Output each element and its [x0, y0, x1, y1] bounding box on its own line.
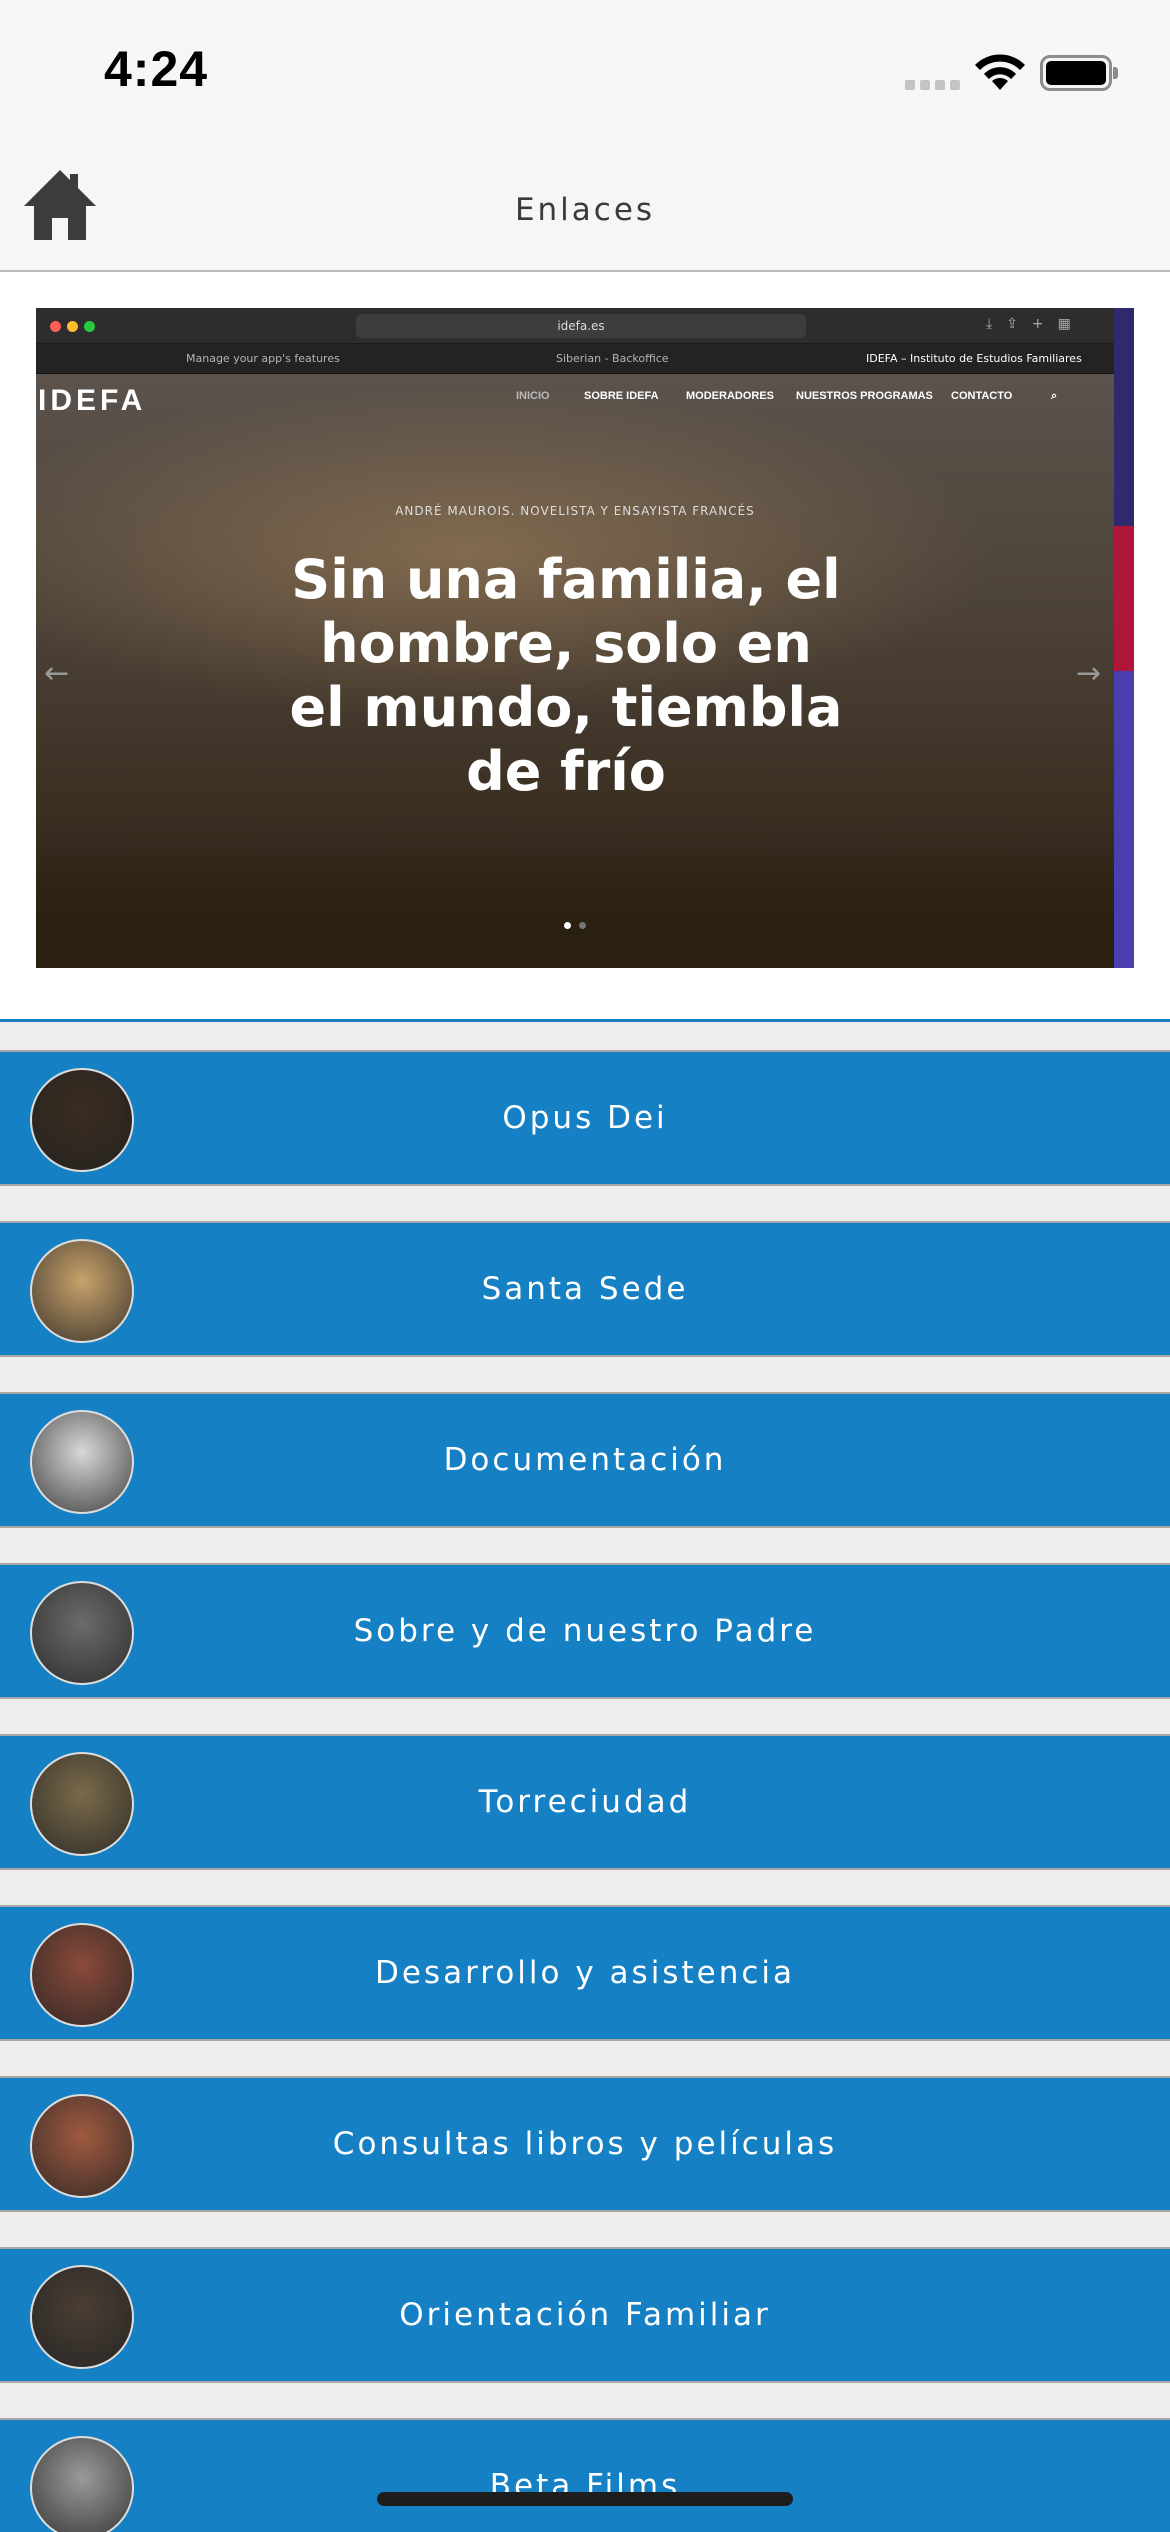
link-label: Orientación Familiar [399, 2297, 771, 2333]
browser-tab: Siberian - Backoffice [556, 352, 669, 365]
carousel-pager [564, 922, 586, 929]
status-time: 4:24 [104, 41, 209, 97]
battery-icon [1040, 55, 1118, 91]
navigation-bar: Enlaces [0, 150, 1170, 272]
link-label: Santa Sede [481, 1271, 689, 1307]
chevron-right-icon: → [1076, 656, 1102, 691]
banner: idefa.es ⤓⇪+▦ Manage your app's features… [0, 272, 1170, 1022]
cellular-signal-icon [905, 80, 960, 90]
site-logo: IDEFA [38, 384, 147, 417]
site-nav-item: INICIO [516, 390, 550, 402]
search-icon: ⌕ [1051, 390, 1058, 402]
browser-toolbar: idefa.es ⤓⇪+▦ [36, 308, 1114, 344]
browser-tabs: Manage your app's features Siberian - Ba… [36, 344, 1114, 374]
link-item-orientacion-familiar[interactable]: Orientación Familiar [0, 2247, 1170, 2383]
site-nav-item: CONTACTO [951, 390, 1013, 402]
site-nav-item: SOBRE IDEFA [584, 390, 659, 402]
link-item-consultas-libros-peliculas[interactable]: Consultas libros y películas [0, 2076, 1170, 2212]
page-title: Enlaces [514, 192, 656, 228]
link-label: Desarrollo y asistencia [374, 1955, 795, 1991]
link-label: Beta Films [489, 2468, 681, 2504]
browser-url: idefa.es [356, 314, 806, 338]
quote-text: Sin una familia, el hombre, solo en el m… [289, 548, 843, 803]
link-item-beta-films[interactable]: Beta Films [0, 2418, 1170, 2532]
browser-tab: Manage your app's features [186, 352, 340, 365]
status-bar: 4:24 [0, 0, 1170, 150]
home-indicator[interactable] [377, 2492, 793, 2506]
link-label: Torreciudad [478, 1784, 692, 1820]
quote-author: ANDRÉ MAUROIS. NOVELISTA Y ENSAYISTA FRA… [395, 504, 755, 518]
link-item-opus-dei[interactable]: Opus Dei [0, 1050, 1170, 1186]
browser-tab: IDEFA – Instituto de Estudios Familiares [866, 352, 1082, 365]
link-item-santa-sede[interactable]: Santa Sede [0, 1221, 1170, 1357]
link-label: Documentación [443, 1442, 727, 1478]
site-nav-item: NUESTROS PROGRAMAS [796, 390, 933, 402]
banner-image[interactable]: idefa.es ⤓⇪+▦ Manage your app's features… [36, 308, 1134, 968]
link-label: Consultas libros y películas [332, 2126, 838, 2162]
link-list: Opus Dei Santa Sede Documentación Sobre … [0, 1050, 1170, 2532]
chevron-left-icon: ← [44, 656, 70, 691]
browser-action-icons: ⤓⇪+▦ [986, 316, 1085, 332]
site-nav-item: MODERADORES [686, 390, 775, 402]
link-label: Sobre y de nuestro Padre [353, 1613, 817, 1649]
link-item-torreciudad[interactable]: Torreciudad [0, 1734, 1170, 1870]
link-item-documentacion[interactable]: Documentación [0, 1392, 1170, 1528]
link-label: Opus Dei [502, 1100, 668, 1136]
link-item-sobre-nuestro-padre[interactable]: Sobre y de nuestro Padre [0, 1563, 1170, 1699]
wifi-icon [975, 54, 1025, 90]
link-item-desarrollo-asistencia[interactable]: Desarrollo y asistencia [0, 1905, 1170, 2041]
